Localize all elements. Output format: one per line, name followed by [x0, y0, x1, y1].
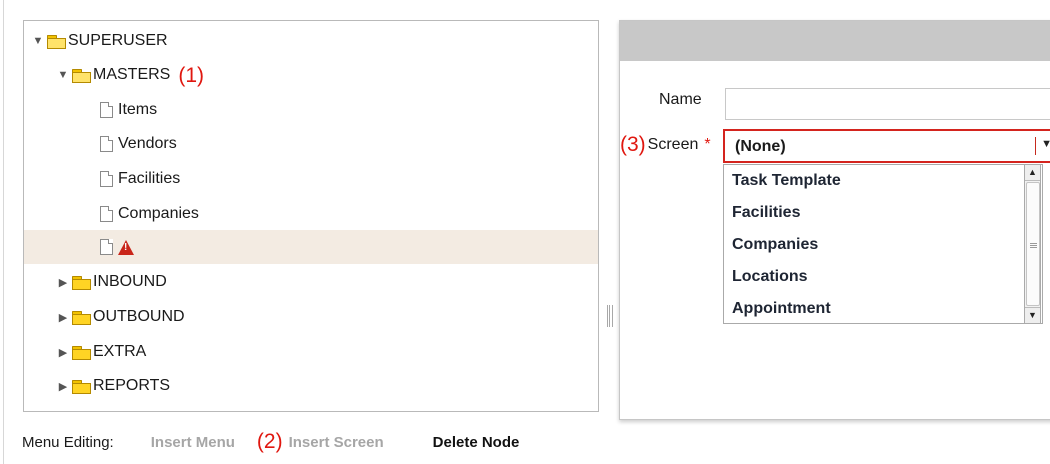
- screen-option[interactable]: Task Template: [724, 165, 1042, 197]
- scrollbar-thumb[interactable]: [1026, 182, 1040, 306]
- dropdown-arrow-icon[interactable]: ▼: [1041, 138, 1050, 150]
- scroll-down-arrow-icon[interactable]: ▼: [1025, 307, 1040, 323]
- folder-icon: [72, 275, 91, 290]
- tree-node-inbound[interactable]: ▶ INBOUND: [24, 265, 598, 299]
- annotation-marker-2: (2): [256, 430, 283, 453]
- left-border: [3, 0, 4, 464]
- collapsed-triangle-icon[interactable]: ▶: [57, 380, 69, 393]
- tree-leaf-label: Facilities: [118, 170, 181, 187]
- panel-header: [620, 21, 1050, 61]
- screen-options-list: Task Template Facilities Companies Locat…: [723, 164, 1043, 324]
- select-divider: [1035, 137, 1036, 155]
- folder-icon: [72, 310, 91, 325]
- annotation-marker-1: (1): [178, 63, 205, 87]
- screen-option[interactable]: Appointment: [724, 293, 1042, 325]
- scroll-up-arrow-icon[interactable]: ▲: [1025, 165, 1040, 181]
- collapsed-triangle-icon[interactable]: ▶: [57, 276, 69, 289]
- tree-node-extra[interactable]: ▶ EXTRA: [24, 335, 598, 369]
- insert-screen-button[interactable]: Insert Screen: [289, 434, 384, 451]
- insert-menu-button[interactable]: Insert Menu: [151, 434, 235, 451]
- tree-node-label: REPORTS: [93, 377, 171, 394]
- expanded-triangle-icon[interactable]: ▼: [57, 69, 69, 81]
- tree-leaf-new-screen[interactable]: [24, 230, 598, 264]
- screen-label: Screen: [647, 136, 699, 153]
- tree-node-superuser[interactable]: ▼ SUPERUSER: [24, 24, 598, 58]
- folder-open-icon: [72, 68, 91, 83]
- document-icon: [100, 171, 113, 187]
- screen-properties-panel: Name (3) Screen * (None) ▼ Task Template…: [619, 20, 1050, 420]
- screen-select-value: (None): [735, 138, 786, 155]
- tree-leaf-facilities[interactable]: Facilities: [24, 162, 598, 196]
- annotation-marker-3: (3): [620, 133, 646, 156]
- collapsed-triangle-icon[interactable]: ▶: [57, 311, 69, 324]
- tree-node-label: SUPERUSER: [68, 32, 168, 49]
- name-label: Name: [659, 91, 702, 108]
- screen-option[interactable]: Facilities: [724, 197, 1042, 229]
- options-scrollbar[interactable]: ▲ ▼: [1024, 164, 1041, 324]
- warning-icon: [118, 239, 134, 255]
- tree-leaf-label: Items: [118, 101, 158, 118]
- expanded-triangle-icon[interactable]: ▼: [32, 35, 44, 47]
- panel-splitter-handle[interactable]: [607, 305, 613, 327]
- name-input[interactable]: [725, 88, 1050, 120]
- tree-leaf-items[interactable]: Items: [24, 93, 598, 127]
- collapsed-triangle-icon[interactable]: ▶: [57, 346, 69, 359]
- tree-leaf-label: Companies: [118, 205, 199, 222]
- screen-field-label: (3) Screen *: [620, 133, 711, 157]
- menu-editing-label: Menu Editing:: [22, 433, 114, 451]
- tree-leaf-vendors[interactable]: Vendors: [24, 127, 598, 161]
- grip-icon: [1030, 243, 1037, 244]
- tree-node-label: OUTBOUND: [93, 308, 185, 325]
- document-icon: [100, 102, 113, 118]
- menu-tree: ▼ SUPERUSER ▼ MASTERS (1) Items Vendors …: [23, 20, 599, 412]
- tree-node-label: EXTRA: [93, 343, 147, 360]
- tree-node-reports[interactable]: ▶ REPORTS: [24, 369, 598, 403]
- tree-node-outbound[interactable]: ▶ OUTBOUND: [24, 300, 598, 334]
- screen-option[interactable]: Companies: [724, 229, 1042, 261]
- document-icon: [100, 239, 113, 255]
- document-icon: [100, 136, 113, 152]
- tree-node-label: MASTERS: [93, 66, 171, 83]
- folder-icon: [72, 379, 91, 394]
- folder-open-icon: [47, 34, 66, 49]
- folder-icon: [72, 345, 91, 360]
- tree-node-masters[interactable]: ▼ MASTERS (1): [24, 58, 598, 92]
- tree-leaf-companies[interactable]: Companies: [24, 197, 598, 231]
- tree-node-label: INBOUND: [93, 273, 167, 290]
- screen-select[interactable]: (None) ▼: [723, 129, 1050, 163]
- screen-option[interactable]: Locations: [724, 261, 1042, 293]
- document-icon: [100, 206, 113, 222]
- tree-leaf-label: Vendors: [118, 135, 177, 152]
- delete-node-button[interactable]: Delete Node: [433, 434, 520, 451]
- menu-editing-bar: Menu Editing: Insert Menu (2) Insert Scr…: [22, 430, 519, 454]
- required-marker: *: [704, 136, 711, 153]
